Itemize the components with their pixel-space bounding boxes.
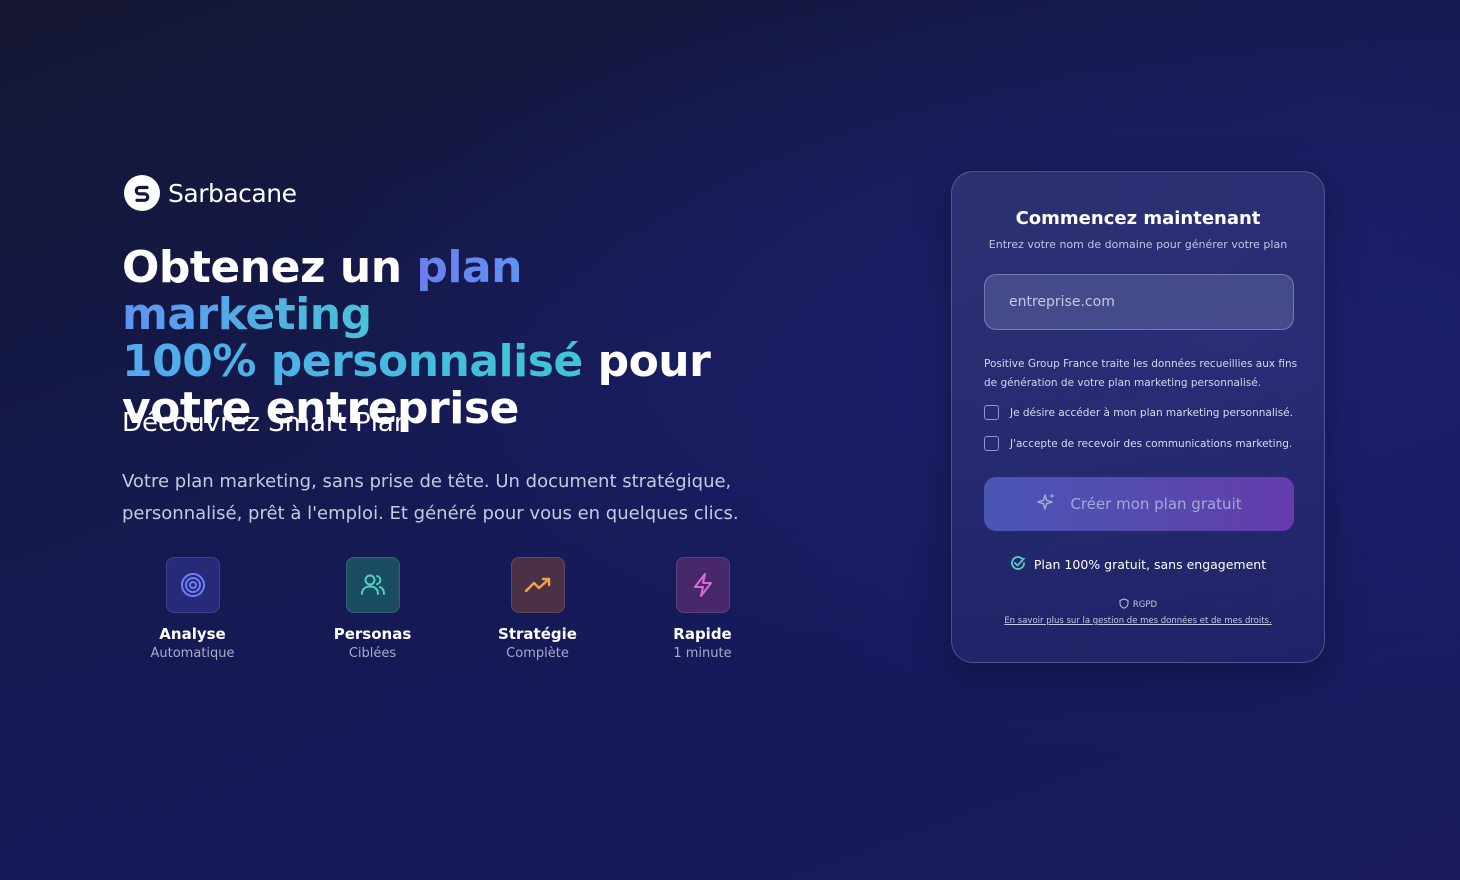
hero-description: Votre plan marketing, sans prise de tête…: [122, 471, 739, 524]
privacy-notice: Positive Group France traite les données…: [984, 358, 1298, 389]
lightning-icon: [675, 557, 730, 613]
feature-title: Personas: [333, 625, 412, 643]
feature-subtitle: Automatique: [150, 646, 235, 661]
brand-name: Sarbacane: [168, 178, 297, 208]
feature-subtitle: 1 minute: [673, 646, 732, 661]
hero-subtitle: Découvrez Smart Plan: [122, 408, 411, 438]
headline-part2: pour: [582, 336, 711, 387]
feature-list: Analyse Automatique Personas Ciblées Str…: [125, 557, 785, 661]
shield-icon: [1119, 598, 1129, 612]
brand[interactable]: Sarbacane: [124, 175, 297, 211]
rgpd-label: RGPD: [1132, 600, 1158, 610]
trending-up-icon: [510, 557, 565, 613]
free-note-text: Plan 100% gratuit, sans engagement: [1033, 557, 1267, 572]
target-icon: [165, 557, 220, 613]
rgpd-badge: RGPD: [952, 598, 1324, 612]
feature-analyse: Analyse Automatique: [125, 557, 260, 661]
sarbacane-logo-icon: [124, 175, 160, 211]
headline-highlight-2: 100% personnalisé: [122, 336, 583, 387]
feature-title: Stratégie: [498, 625, 577, 643]
create-plan-button[interactable]: Créer mon plan gratuit: [984, 477, 1294, 531]
create-plan-label: Créer mon plan gratuit: [1070, 495, 1242, 513]
consent-plan-checkbox[interactable]: [984, 405, 999, 420]
feature-strategie: Stratégie Complète: [455, 557, 620, 661]
consent-marketing-checkbox[interactable]: [984, 436, 999, 451]
feature-subtitle: Complète: [506, 646, 569, 661]
signup-card: Commencez maintenant Entrez votre nom de…: [951, 171, 1325, 663]
feature-rapide: Rapide 1 minute: [620, 557, 785, 661]
feature-personas: Personas Ciblées: [290, 557, 455, 661]
card-title: Commencez maintenant: [1015, 208, 1261, 229]
domain-input[interactable]: [984, 274, 1294, 330]
sparkles-icon: [1036, 492, 1056, 516]
feature-title: Analyse: [159, 625, 226, 643]
consent-marketing-row[interactable]: J'accepte de recevoir des communications…: [984, 436, 1292, 451]
consent-marketing-label: J'accepte de recevoir des communications…: [1010, 437, 1293, 450]
feature-subtitle: Ciblées: [348, 646, 397, 661]
card-subtitle: Entrez votre nom de domaine pour générer…: [988, 238, 1288, 251]
consent-plan-row[interactable]: Je désire accéder à mon plan marketing p…: [984, 405, 1293, 420]
consent-plan-label: Je désire accéder à mon plan marketing p…: [1010, 406, 1293, 419]
free-note: Plan 100% gratuit, sans engagement: [952, 555, 1324, 574]
check-circle-icon: [1010, 555, 1026, 574]
feature-title: Rapide: [673, 625, 732, 643]
page-headline: Obtenez un plan marketing 100% personnal…: [122, 244, 762, 432]
rgpd-info-link[interactable]: En savoir plus sur la gestion de mes don…: [952, 616, 1324, 626]
headline-part1: Obtenez un: [122, 242, 417, 293]
users-icon: [345, 557, 400, 613]
